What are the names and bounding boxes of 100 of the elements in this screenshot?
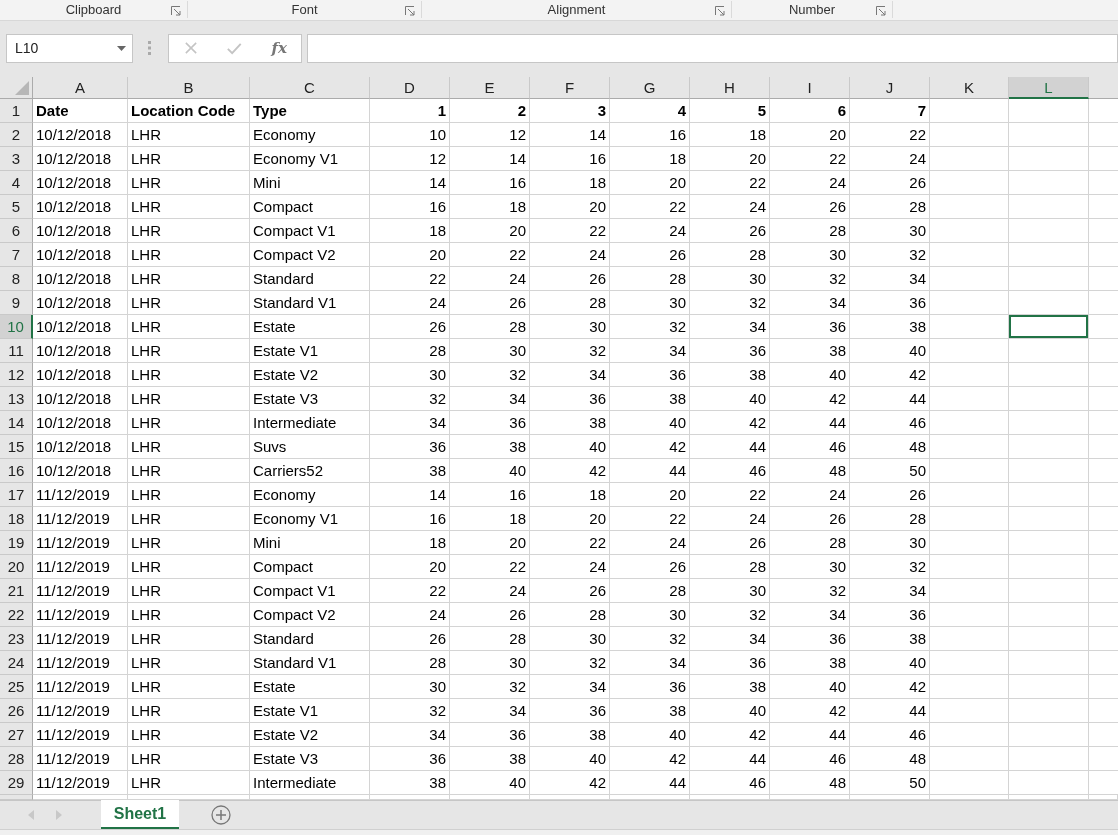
column-header[interactable]: F xyxy=(530,77,610,99)
column-header[interactable]: I xyxy=(770,77,850,99)
check-icon[interactable] xyxy=(227,41,242,55)
table-cell: 36 xyxy=(530,387,610,411)
table-cell: 30 xyxy=(850,531,930,555)
column-header[interactable]: B xyxy=(128,77,250,99)
row-header[interactable]: 6 xyxy=(0,219,33,243)
row-header[interactable]: 11 xyxy=(0,339,33,363)
table-cell: 34 xyxy=(770,291,850,315)
table-cell: 24 xyxy=(690,195,770,219)
row-header[interactable]: 24 xyxy=(0,651,33,675)
table-cell: 40 xyxy=(450,459,530,483)
row-header[interactable]: 21 xyxy=(0,579,33,603)
row-header[interactable]: 1 xyxy=(0,99,33,123)
dialog-launcher-icon[interactable] xyxy=(876,6,886,16)
table-cell: Estate V3 xyxy=(250,747,370,771)
column-header[interactable]: A xyxy=(33,77,128,99)
column-header[interactable]: E xyxy=(450,77,530,99)
table-cell: 14 xyxy=(370,483,450,507)
table-cell: 40 xyxy=(610,411,690,435)
row-header[interactable]: 20 xyxy=(0,555,33,579)
table-cell: Economy xyxy=(250,483,370,507)
table-cell: 42 xyxy=(530,771,610,795)
row-header[interactable]: 18 xyxy=(0,507,33,531)
column-header[interactable]: D xyxy=(370,77,450,99)
table-cell: 22 xyxy=(370,579,450,603)
row-header[interactable]: 9 xyxy=(0,291,33,315)
table-cell: 14 xyxy=(450,147,530,171)
active-cell[interactable] xyxy=(1009,315,1089,339)
table-cell: Intermediate xyxy=(250,771,370,795)
table-cell: 36 xyxy=(770,315,850,339)
formula-input[interactable] xyxy=(307,33,1118,63)
table-cell: 18 xyxy=(450,507,530,531)
table-cell: 18 xyxy=(450,195,530,219)
insert-function-button[interactable]: fx xyxy=(271,39,287,57)
name-box[interactable]: L10 xyxy=(6,33,133,63)
row-header[interactable]: 19 xyxy=(0,531,33,555)
row-header[interactable]: 14 xyxy=(0,411,33,435)
row-header[interactable]: 22 xyxy=(0,603,33,627)
table-cell: 44 xyxy=(770,411,850,435)
add-sheet-icon[interactable] xyxy=(211,805,231,825)
row-header[interactable]: 8 xyxy=(0,267,33,291)
column-header[interactable]: H xyxy=(690,77,770,99)
table-cell: 44 xyxy=(770,723,850,747)
table-cell: 40 xyxy=(530,435,610,459)
dialog-launcher-icon[interactable] xyxy=(715,6,725,16)
table-cell: 30 xyxy=(770,555,850,579)
row-header[interactable]: 23 xyxy=(0,627,33,651)
table-cell: LHR xyxy=(128,387,250,411)
table-cell: 40 xyxy=(450,771,530,795)
row-header[interactable]: 25 xyxy=(0,675,33,699)
row-header[interactable]: 16 xyxy=(0,459,33,483)
table-cell: 36 xyxy=(610,363,690,387)
row-header[interactable]: 4 xyxy=(0,171,33,195)
table-cell: Estate V2 xyxy=(250,723,370,747)
table-cell: Economy V1 xyxy=(250,507,370,531)
table-cell: 34 xyxy=(850,579,930,603)
table-cell: 44 xyxy=(690,747,770,771)
row-header[interactable]: 28 xyxy=(0,747,33,771)
table-cell: 20 xyxy=(770,123,850,147)
table-cell: 22 xyxy=(370,267,450,291)
table-cell: 40 xyxy=(850,651,930,675)
row-header[interactable]: 13 xyxy=(0,387,33,411)
dialog-launcher-icon[interactable] xyxy=(405,6,415,16)
table-cell: 46 xyxy=(690,459,770,483)
row-header[interactable]: 26 xyxy=(0,699,33,723)
table-cell: 30 xyxy=(370,363,450,387)
table-cell: LHR xyxy=(128,219,250,243)
table-cell: 38 xyxy=(610,699,690,723)
sheet-tab[interactable]: Sheet1 xyxy=(101,800,179,829)
column-header[interactable]: J xyxy=(850,77,930,99)
table-cell: 22 xyxy=(690,483,770,507)
table-cell: 30 xyxy=(690,579,770,603)
row-header[interactable]: 17 xyxy=(0,483,33,507)
column-header[interactable]: C xyxy=(250,77,370,99)
column-header[interactable]: L xyxy=(1009,77,1089,99)
table-cell: 16 xyxy=(370,507,450,531)
table-cell: 40 xyxy=(770,675,850,699)
column-header[interactable]: K xyxy=(930,77,1009,99)
row-header[interactable]: 10 xyxy=(0,315,33,339)
row-header[interactable]: 27 xyxy=(0,723,33,747)
row-header[interactable]: 12 xyxy=(0,363,33,387)
row-header[interactable]: 3 xyxy=(0,147,33,171)
table-cell: Standard xyxy=(250,627,370,651)
table-cell: 10/12/2018 xyxy=(33,339,128,363)
table-cell: 22 xyxy=(850,123,930,147)
table-cell: 30 xyxy=(610,291,690,315)
row-header[interactable]: 2 xyxy=(0,123,33,147)
row-header[interactable]: 7 xyxy=(0,243,33,267)
table-cell: 44 xyxy=(610,771,690,795)
table-cell: 26 xyxy=(370,315,450,339)
table-cell: 38 xyxy=(450,435,530,459)
row-header[interactable]: 5 xyxy=(0,195,33,219)
column-heading-cell: Type xyxy=(250,99,370,123)
column-header[interactable]: G xyxy=(610,77,690,99)
row-header[interactable]: 29 xyxy=(0,771,33,795)
row-header[interactable]: 15 xyxy=(0,435,33,459)
dialog-launcher-icon[interactable] xyxy=(171,6,181,16)
table-cell: 48 xyxy=(850,435,930,459)
table-cell: Economy V1 xyxy=(250,147,370,171)
